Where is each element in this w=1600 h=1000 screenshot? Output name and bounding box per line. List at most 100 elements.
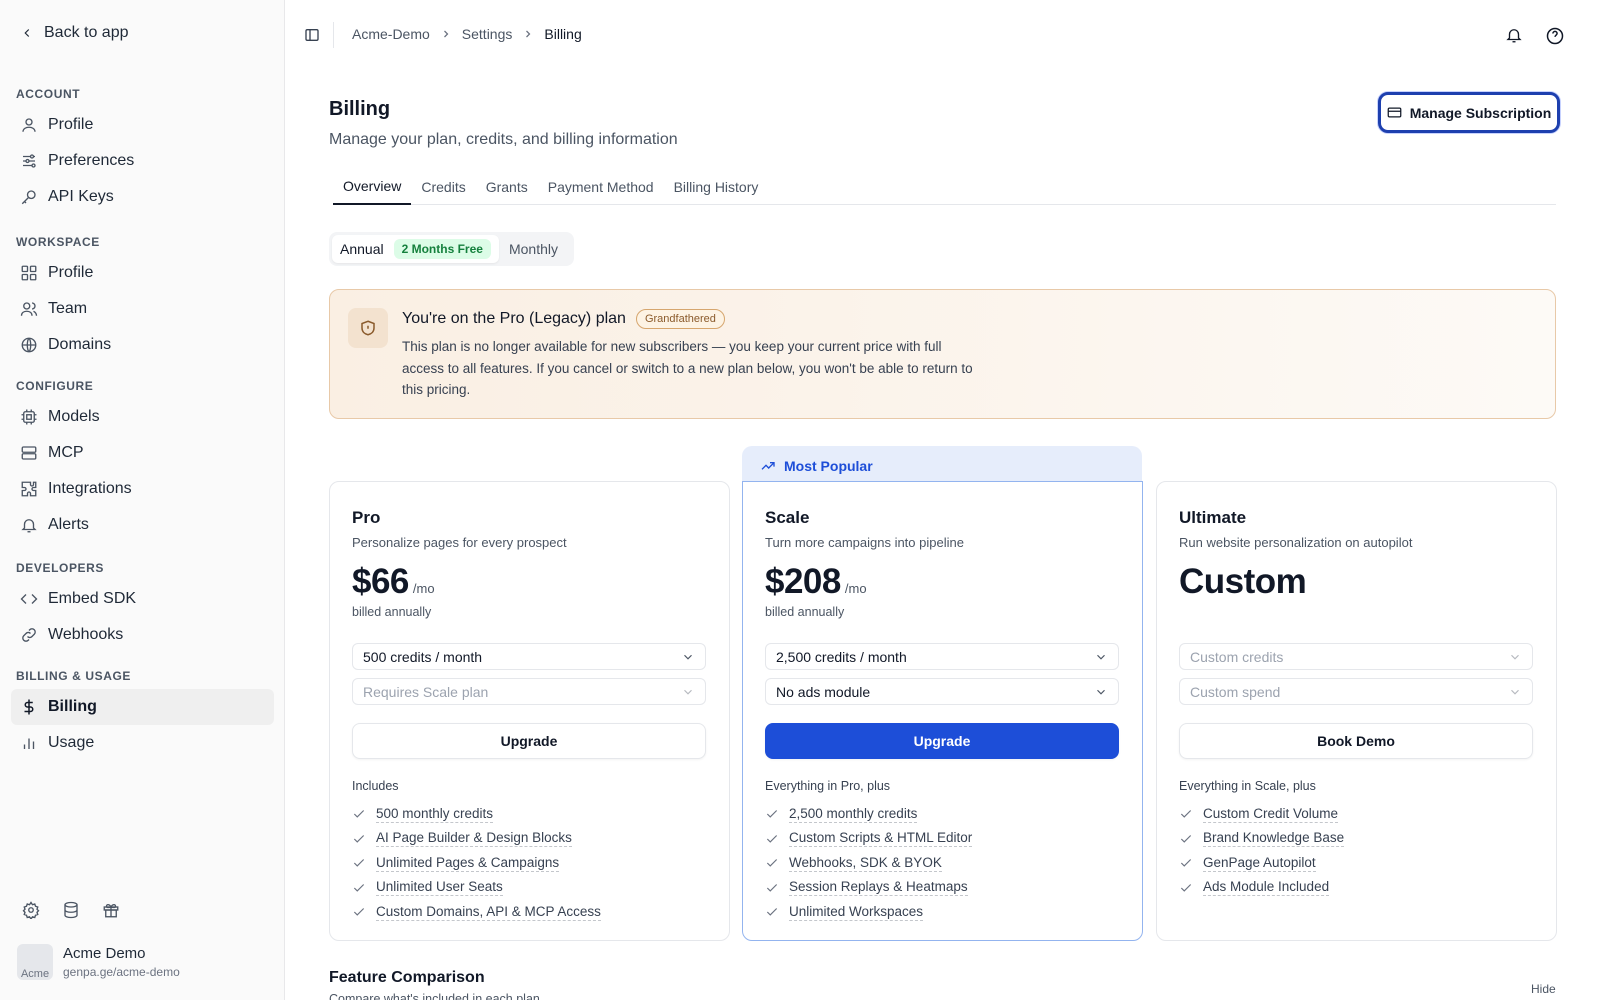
users-icon [20,300,38,318]
list-item: Session Replays & Heatmaps [765,876,972,901]
back-to-app-link[interactable]: Back to app [20,24,129,42]
credits-select[interactable]: 2,500 credits / month [765,643,1119,670]
ads-module-select[interactable]: No ads module [765,678,1119,705]
sidebar-item-webhooks[interactable]: Webhooks [11,617,274,653]
sidebar-item-integrations[interactable]: Integrations [11,471,274,507]
list-item: Ads Module Included [1179,876,1344,901]
user-card[interactable]: Acme Acme Demo genpa.ge/acme-demo [17,944,180,980]
check-icon [352,807,366,821]
price-amount: $66 [352,562,409,601]
key-icon [20,188,38,206]
plan-name: Ultimate [1179,508,1247,527]
sidebar-item-preferences[interactable]: Preferences [11,143,274,179]
select-value: 500 credits / month [363,648,483,665]
most-popular-banner: Most Popular [742,446,1142,486]
feature-text: Custom Domains, API & MCP Access [376,903,601,921]
breadcrumb-settings[interactable]: Settings [462,26,513,42]
select-value: Requires Scale plan [363,683,489,700]
list-item: Custom Credit Volume [1179,802,1344,827]
section-configure: CONFIGURE [16,379,94,393]
cpu-icon [20,408,38,426]
chevron-right-icon [522,28,534,40]
sidebar-item-label: Alerts [48,516,89,533]
sidebar-item-team[interactable]: Team [11,291,274,327]
feature-text: Webhooks, SDK & BYOK [789,854,942,872]
billing-note: billed annually [352,605,432,619]
list-item: Custom Domains, API & MCP Access [352,900,601,925]
billing-note: billed annually [765,605,845,619]
check-icon [352,856,366,870]
tab-billing-history[interactable]: Billing History [664,168,769,205]
bar-chart-icon [20,734,38,752]
sidebar-item-usage[interactable]: Usage [11,725,274,761]
chevron-left-icon [20,26,34,40]
tab-grants[interactable]: Grants [476,168,538,205]
plan-name: Pro [352,508,381,527]
plan-card-pro: Pro Personalize pages for every prospect… [329,481,730,941]
book-demo-button[interactable]: Book Demo [1179,723,1533,759]
settings-icon[interactable] [22,901,40,919]
hide-comparison-button[interactable]: Hide [1531,982,1556,996]
sidebar-item-domains[interactable]: Domains [11,327,274,363]
manage-subscription-button[interactable]: Manage Subscription [1378,92,1560,133]
check-icon [352,881,366,895]
feature-text: 2,500 monthly credits [789,805,918,823]
feature-text: Unlimited Workspaces [789,903,924,921]
sidebar-item-api-keys[interactable]: API Keys [11,179,274,215]
monthly-option[interactable]: Monthly [499,241,568,257]
gift-icon[interactable] [102,901,120,919]
sliders-icon [20,152,38,170]
help-icon[interactable] [1545,26,1565,46]
tab-overview[interactable]: Overview [333,168,412,205]
list-item: Unlimited Pages & Campaigns [352,851,601,876]
breadcrumb-workspace[interactable]: Acme-Demo [352,26,430,42]
trending-up-icon [760,458,776,474]
sidebar-item-label: Usage [48,734,95,751]
credits-select[interactable]: 500 credits / month [352,643,706,670]
check-icon [1179,807,1193,821]
plan-card-scale: Scale Turn more campaigns into pipeline … [742,481,1143,941]
feature-list: 500 monthly credits AI Page Builder & De… [352,802,601,925]
tab-credits[interactable]: Credits [411,168,475,205]
price-amount: $208 [765,562,841,601]
chevron-down-icon [681,685,695,699]
annual-option[interactable]: Annual 2 Months Free [332,235,499,263]
features-heading: Everything in Pro, plus [765,779,891,793]
breadcrumb: Acme-Demo Settings Billing [352,26,582,42]
sidebar-item-alerts[interactable]: Alerts [11,507,274,543]
sidebar-item-label: Preferences [48,152,135,169]
sidebar-item-embed-sdk[interactable]: Embed SDK [11,581,274,617]
tab-payment-method[interactable]: Payment Method [538,168,664,205]
sidebar-item-label: Profile [48,116,94,133]
user-icon [20,116,38,134]
upgrade-button[interactable]: Upgrade [765,723,1119,759]
sidebar-item-mcp[interactable]: MCP [11,435,274,471]
sidebar-toggle-icon[interactable] [304,27,322,45]
sidebar-item-workspace-profile[interactable]: Profile [11,255,274,291]
database-icon[interactable] [62,901,80,919]
chevron-down-icon [681,650,695,664]
sidebar-item-billing[interactable]: Billing [11,689,274,725]
sidebar-item-profile[interactable]: Profile [11,107,274,143]
legacy-plan-notice: You're on the Pro (Legacy) plan Grandfat… [329,289,1556,419]
chevron-right-icon [440,28,452,40]
check-icon [765,881,779,895]
check-icon [765,807,779,821]
list-item: Webhooks, SDK & BYOK [765,851,972,876]
bell-icon[interactable] [1505,26,1525,46]
top-bar: Acme-Demo Settings Billing [285,0,1600,70]
sidebar-item-models[interactable]: Models [11,399,274,435]
top-actions [1505,26,1565,46]
notice-title-row: You're on the Pro (Legacy) plan Grandfat… [402,309,725,329]
sidebar-item-label: Billing [48,698,97,715]
chevron-down-icon [1094,650,1108,664]
grid-icon [20,264,38,282]
select-value: No ads module [776,683,871,700]
upgrade-button[interactable]: Upgrade [352,723,706,759]
sidebar-item-label: Webhooks [48,626,124,643]
section-workspace: WORKSPACE [16,235,100,249]
section-account: ACCOUNT [16,87,81,101]
plan-description: Run website personalization on autopilot [1179,535,1413,550]
list-item: Unlimited Workspaces [765,900,972,925]
sidebar-item-label: Integrations [48,480,132,497]
